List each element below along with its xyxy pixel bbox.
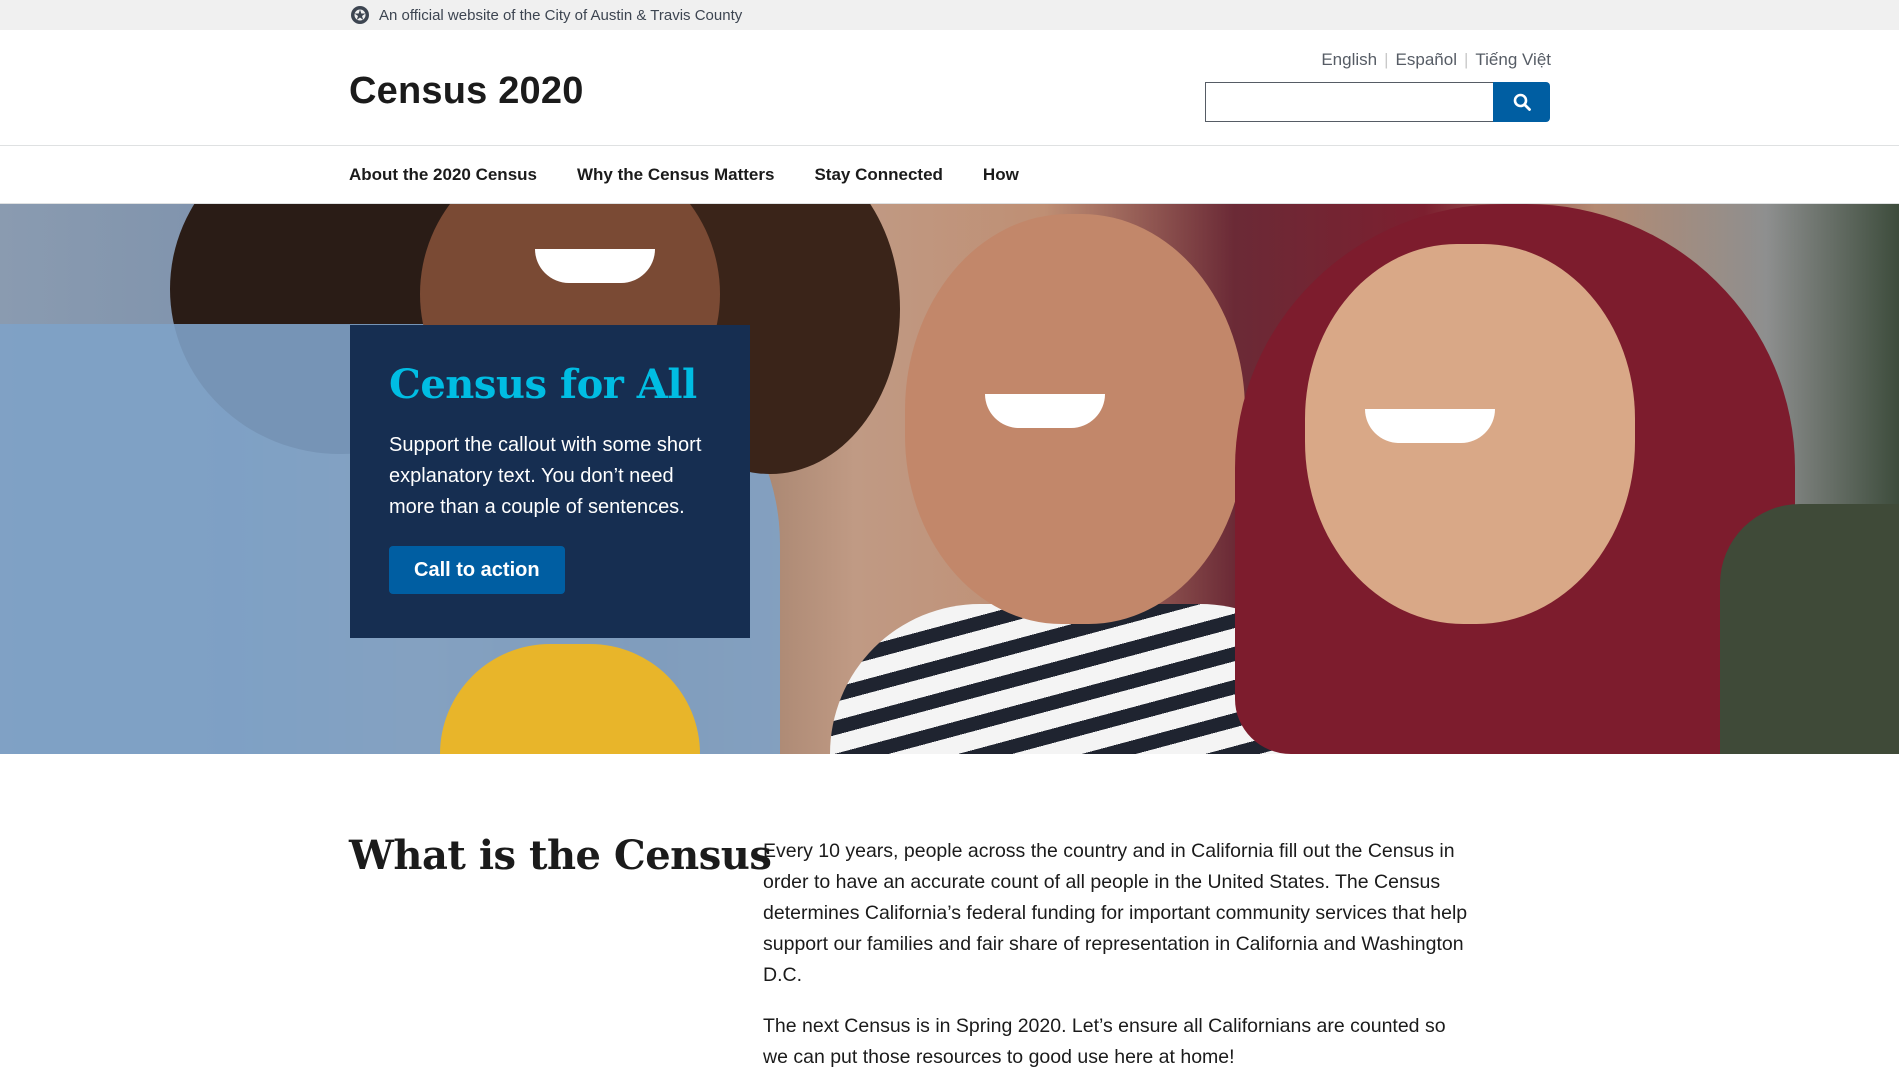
search-icon xyxy=(1513,93,1531,111)
hero-photo-shape xyxy=(985,394,1105,428)
intro-paragraph: The next Census is in Spring 2020. Let’s… xyxy=(763,1015,1446,1068)
primary-nav: About the 2020 Census Why the Census Mat… xyxy=(0,146,1899,204)
hero-photo-shape xyxy=(1365,409,1495,443)
language-link-english[interactable]: English xyxy=(1321,50,1377,70)
callout-text: Support the callout with some short expl… xyxy=(389,434,702,518)
nav-item-about[interactable]: About the 2020 Census xyxy=(349,165,537,185)
intro-heading: What is the Census xyxy=(349,832,772,879)
callout-title: Census for All xyxy=(389,361,697,408)
hero-callout: Census for All Support the callout with … xyxy=(350,325,750,638)
language-link-vietnamese[interactable]: Tiếng Việt xyxy=(1475,50,1551,70)
language-link-espanol[interactable]: Español xyxy=(1396,50,1457,70)
language-divider: | xyxy=(1384,50,1389,69)
call-to-action-button[interactable]: Call to action xyxy=(389,546,565,594)
intro-body: Every 10 years, people across the countr… xyxy=(763,836,1473,1079)
hero-photo-shape xyxy=(1720,504,1899,754)
search-input[interactable] xyxy=(1205,82,1493,122)
hero-photo-shape xyxy=(535,249,655,283)
official-banner: An official website of the City of Austi… xyxy=(0,0,1899,30)
city-seal-icon xyxy=(351,6,369,24)
nav-item-why-census-matters[interactable]: Why the Census Matters xyxy=(577,165,774,185)
search-button[interactable] xyxy=(1493,82,1550,122)
site-title[interactable]: Census 2020 xyxy=(349,70,584,113)
intro-section: What is the Census Every 10 years, peopl… xyxy=(0,754,1899,1079)
language-switcher: English | Español | Tiếng Việt xyxy=(1321,50,1551,70)
intro-paragraph: Every 10 years, people across the countr… xyxy=(763,840,1468,986)
nav-item-how[interactable]: How xyxy=(983,165,1019,185)
site-header: Census 2020 English | Español | Tiếng Vi… xyxy=(0,30,1899,146)
hero: Census for All Support the callout with … xyxy=(0,204,1899,754)
language-divider: | xyxy=(1463,50,1469,69)
search-form xyxy=(1205,82,1550,122)
official-banner-text: An official website of the City of Austi… xyxy=(379,6,743,24)
nav-item-stay-connected[interactable]: Stay Connected xyxy=(814,165,942,185)
